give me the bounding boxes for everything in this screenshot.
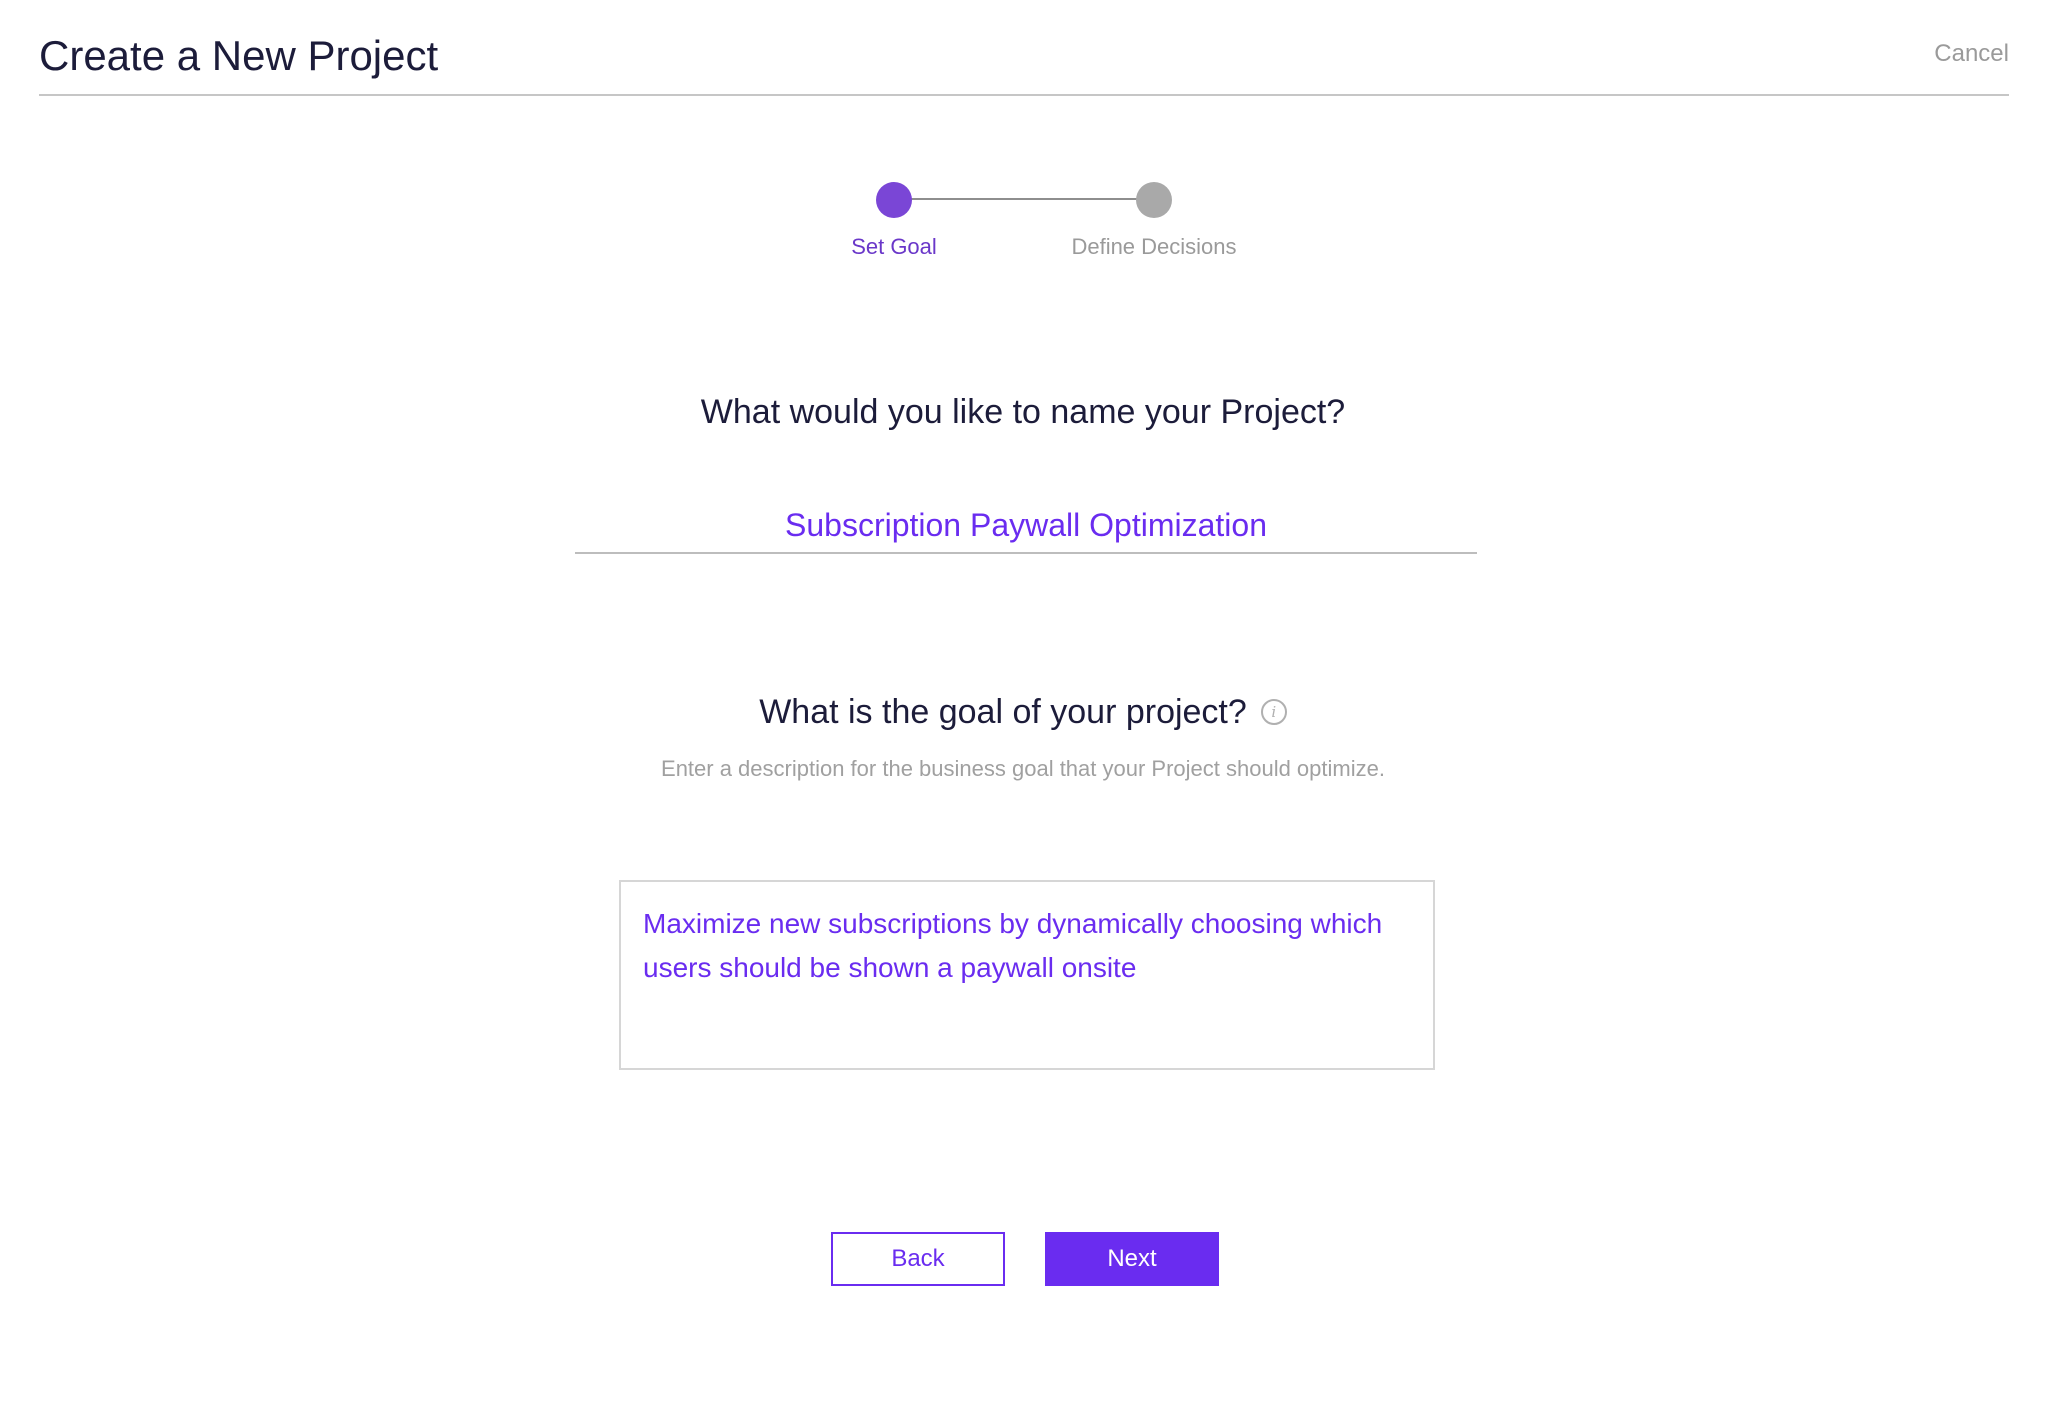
header-divider: [39, 94, 2009, 96]
page-title: Create a New Project: [39, 32, 439, 79]
create-project-page: Create a New Project Cancel Set Goal Def…: [0, 0, 2046, 1416]
cancel-link[interactable]: Cancel: [1934, 38, 2009, 70]
step-indicator-set-goal: [876, 182, 912, 218]
step-indicator-define-decisions: [1136, 182, 1172, 218]
info-icon[interactable]: i: [1260, 699, 1287, 725]
stepper-connector: [893, 198, 1155, 200]
next-button[interactable]: Next: [1045, 1232, 1219, 1286]
goal-question: What is the goal of your project?: [759, 693, 1247, 731]
goal-hint: Enter a description for the business goa…: [661, 756, 1385, 781]
project-name-question: What would you like to name your Project…: [700, 393, 1346, 431]
goal-question-row: What is the goal of your project? i: [0, 690, 2046, 734]
step-label-set-goal: Set Goal: [851, 234, 937, 259]
project-name-input[interactable]: [575, 498, 1477, 554]
step-label-define-decisions: Define Decisions: [1071, 234, 1237, 259]
goal-description-textarea[interactable]: Maximize new subscriptions by dynamicall…: [619, 880, 1435, 1070]
back-button[interactable]: Back: [831, 1232, 1005, 1286]
